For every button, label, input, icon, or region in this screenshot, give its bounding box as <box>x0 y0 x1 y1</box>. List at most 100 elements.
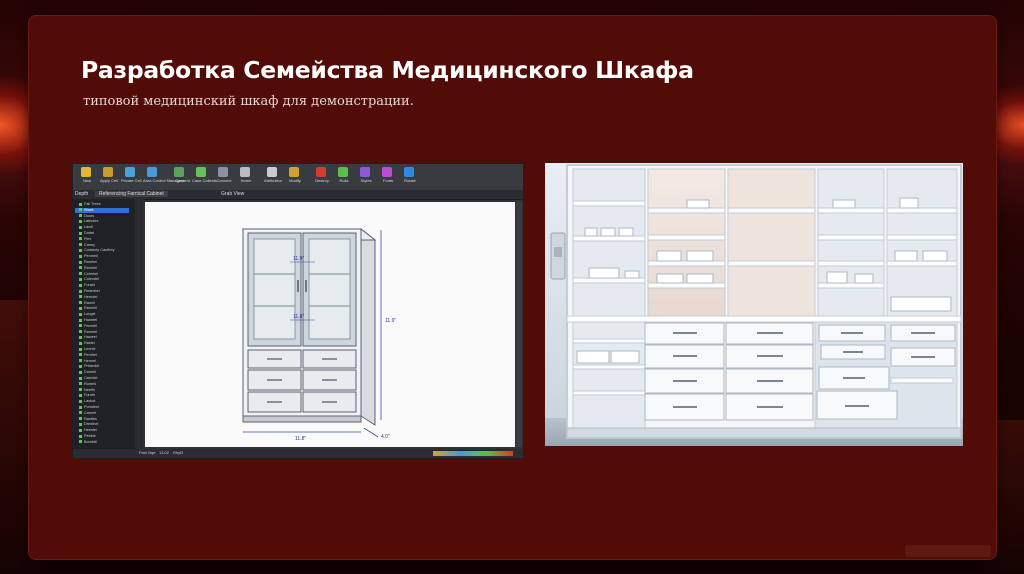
tree-item-label: Haweel <box>84 335 97 340</box>
tree-node-icon <box>79 237 82 241</box>
cad-toolbar: New Apply Cell Private Cell Area Control Ma… <box>73 164 523 191</box>
tree-item[interactable]: Bornfall <box>79 440 97 445</box>
tree-item[interactable]: Rannell <box>79 306 97 311</box>
tree-item[interactable]: Doors <box>79 214 94 219</box>
rotate-icon <box>404 167 414 177</box>
curve-icon <box>125 167 135 177</box>
tab-referencing-cabinet[interactable]: Referencing Farnical Cabinet <box>95 191 168 197</box>
tree-item[interactable]: Longel <box>79 312 95 317</box>
tree-item-label: Colmhel <box>84 271 98 276</box>
tree-item[interactable]: Dumell <box>79 370 96 375</box>
tree-item-label: Curtainty Cauffrey <box>84 248 115 253</box>
tree-node-icon <box>79 399 82 403</box>
tree-item[interactable]: Carmel <box>79 411 96 416</box>
tree-item[interactable]: Pebble <box>79 434 96 439</box>
tree-item-label: Prhandel <box>84 364 100 369</box>
tree-item[interactable]: Lankot <box>79 399 95 404</box>
tree-item[interactable]: Curtainty Cauffrey <box>79 248 115 253</box>
tree-item[interactable]: Fall Trees <box>79 202 101 207</box>
tree-item[interactable]: Heestel <box>79 428 97 433</box>
box-icon <box>196 167 206 177</box>
tree-item[interactable]: Haweel <box>79 335 97 340</box>
tree-item[interactable]: Penthel <box>79 353 97 358</box>
tree-item[interactable]: Romhel <box>79 266 97 271</box>
toolbar-button-6[interactable]: Case Collects <box>192 166 217 186</box>
tree-item[interactable]: Caney <box>79 243 95 248</box>
tree-item[interactable]: Romhel <box>79 260 97 265</box>
tree-node-icon <box>79 312 82 316</box>
tree-item[interactable]: Prhandel <box>79 364 99 369</box>
cad-vertical-scrollbar[interactable] <box>516 202 522 447</box>
toolbar-button-4[interactable]: Area Control Management <box>143 166 190 186</box>
star-icon <box>81 167 91 177</box>
tree-item[interactable]: Rantles <box>79 417 97 422</box>
toolbar-button-12[interactable]: Rolls <box>334 166 352 186</box>
font-icon <box>382 167 392 177</box>
tree-item[interactable]: Latholes <box>79 219 98 224</box>
tree-item-label: Romhel <box>84 260 98 264</box>
cad-canvas[interactable]: 11.9" 11.9" 11.8" 11.8" 4.0" <box>145 202 515 447</box>
tree-item[interactable]: Hennel <box>79 359 96 364</box>
toolbar-button-5[interactable]: Case <box>170 166 188 186</box>
toolbar-button-11[interactable]: Destroy <box>312 166 330 186</box>
tree-item-label: Herndel <box>84 294 98 299</box>
tab-depth[interactable]: Depth <box>75 191 88 197</box>
toolbar-button-9[interactable]: Attribution <box>263 166 282 186</box>
tree-node-icon <box>79 225 82 229</box>
toolbar-button-14[interactable]: Fonts <box>378 166 396 186</box>
tree-item-label: Drenthel <box>84 422 99 427</box>
toolbar-button-10[interactable]: Modify <box>285 166 303 186</box>
status-left: Panl Nqe <box>139 450 156 455</box>
tree-item[interactable]: Lavel <box>79 225 93 230</box>
tree-item[interactable]: Furoth <box>79 393 95 398</box>
toolbar-button-7[interactable]: Connect <box>214 166 232 186</box>
tree-item[interactable]: Dortel <box>79 231 94 236</box>
tree-item[interactable]: Drenthel <box>79 422 98 427</box>
tree-item[interactable]: Lennel <box>79 347 95 352</box>
tree-item[interactable]: Rannil <box>79 301 95 306</box>
tree-item[interactable]: Colmhel <box>79 272 98 277</box>
tree-node-icon <box>79 347 82 351</box>
toolbar-button-label: Home <box>240 178 252 183</box>
toolbar-button-15[interactable]: Rotate <box>400 166 418 186</box>
tree-node-icon <box>79 376 82 380</box>
tree-item[interactable]: Pomdeel <box>79 405 99 410</box>
toolbar-button-label: Modify <box>289 178 301 183</box>
tree-item[interactable]: Hanntel <box>79 318 97 323</box>
toolbar-button-1[interactable]: New <box>77 166 95 186</box>
tree-item[interactable]: Neelth <box>79 388 95 393</box>
tree-node-icon <box>79 405 82 409</box>
toolbar-button-label: Area Control Management <box>143 178 190 183</box>
tree-item-label: Doors <box>84 213 95 218</box>
tree-item[interactable]: Romeel <box>79 330 97 335</box>
tree-item[interactable]: Penmell <box>79 254 98 259</box>
tree-node-icon <box>79 202 82 206</box>
toolbar-button-label: Styles <box>360 178 372 183</box>
tree-item[interactable]: Flex <box>79 237 91 242</box>
dim-top: 11.9" <box>293 256 304 262</box>
tree-item-label: Furoth <box>84 393 95 398</box>
tree-item-label: Parmell <box>84 323 97 328</box>
tree-item[interactable]: Forald <box>79 283 95 288</box>
dim-right: 11.9" <box>385 318 396 324</box>
tree-item[interactable]: Colendel <box>79 277 99 282</box>
tree-item[interactable]: Carndel <box>79 376 97 381</box>
cabinet-photo <box>545 163 963 446</box>
toolbar-button-8[interactable]: Home <box>236 166 254 186</box>
tree-node-icon <box>79 266 82 270</box>
tree-item[interactable]: Stack <box>75 207 129 213</box>
tree-item[interactable]: Rastel <box>79 341 95 346</box>
tab-grab-view[interactable]: Grab View <box>221 191 244 197</box>
tree-item-label: Romeel <box>84 329 98 334</box>
toolbar-button-label: Apply Cell <box>99 178 118 183</box>
tree-item[interactable]: Parmell <box>79 324 97 329</box>
tree-item[interactable]: Herndel <box>79 295 97 300</box>
tree-node-icon <box>79 243 82 247</box>
toolbar-button-3[interactable]: Private Cell <box>121 166 141 186</box>
toolbar-button-13[interactable]: Styles <box>356 166 374 186</box>
toolbar-button-2[interactable]: Apply Cell <box>99 166 118 186</box>
cad-screenshot: New Apply Cell Private Cell Area Control Ma… <box>72 163 524 459</box>
tree-item[interactable]: Romeil <box>79 382 96 387</box>
tree-item[interactable]: Fleambel <box>79 289 100 294</box>
tree-node-icon <box>79 277 82 281</box>
